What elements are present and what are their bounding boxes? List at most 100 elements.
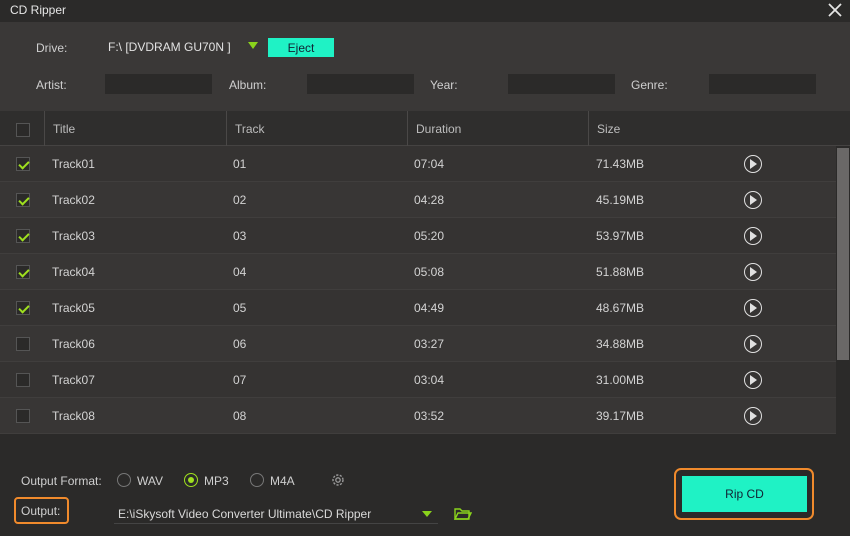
- title-bar: CD Ripper: [0, 0, 850, 22]
- track-number: 03: [233, 229, 247, 243]
- play-icon[interactable]: [744, 335, 762, 353]
- genre-field[interactable]: [709, 74, 816, 94]
- window-title: CD Ripper: [10, 3, 67, 17]
- track-title: Track06: [52, 337, 95, 351]
- scroll-thumb[interactable]: [837, 148, 849, 360]
- column-title[interactable]: Title: [53, 122, 75, 136]
- track-duration: 05:20: [414, 229, 445, 243]
- output-format-label: Output Format:: [21, 474, 102, 488]
- column-divider: [588, 111, 589, 146]
- track-checkbox[interactable]: [16, 409, 30, 423]
- column-duration[interactable]: Duration: [416, 122, 461, 136]
- track-duration: 03:27: [414, 337, 445, 351]
- output-label-highlight: Output:: [14, 497, 69, 524]
- rip-cd-button[interactable]: Rip CD: [682, 476, 807, 512]
- track-size: 31.00MB: [596, 373, 645, 387]
- track-number: 02: [233, 193, 247, 207]
- track-checkbox[interactable]: [16, 301, 30, 315]
- play-icon[interactable]: [744, 299, 762, 317]
- artist-field[interactable]: [105, 74, 212, 94]
- track-size: 48.67MB: [596, 301, 645, 315]
- close-icon[interactable]: [826, 1, 844, 19]
- track-duration: 04:28: [414, 193, 445, 207]
- table-header: Title Track Duration Size: [0, 111, 850, 146]
- track-duration: 03:52: [414, 409, 445, 423]
- track-number: 07: [233, 373, 247, 387]
- album-label: Album:: [229, 78, 267, 92]
- track-title: Track02: [52, 193, 95, 207]
- year-field[interactable]: [508, 74, 615, 94]
- drive-value: F:\ [DVDRAM GU70N ]: [108, 40, 231, 54]
- format-label-wav[interactable]: WAV: [137, 474, 163, 488]
- table-row[interactable]: Track05 05 04:49 48.67MB: [0, 290, 836, 326]
- output-panel: Output Format: WAV MP3 M4A Output: E:\iS…: [0, 454, 850, 536]
- table-row[interactable]: Track01 01 07:04 71.43MB: [0, 146, 836, 182]
- output-path-value: E:\iSkysoft Video Converter Ultimate\CD …: [118, 507, 372, 521]
- track-size: 39.17MB: [596, 409, 645, 423]
- year-label: Year:: [430, 78, 458, 92]
- artist-label: Artist:: [36, 78, 67, 92]
- play-icon[interactable]: [744, 407, 762, 425]
- column-size[interactable]: Size: [597, 122, 620, 136]
- format-label-mp3[interactable]: MP3: [204, 474, 229, 488]
- track-title: Track08: [52, 409, 95, 423]
- select-all-checkbox[interactable]: [16, 123, 30, 137]
- track-size: 71.43MB: [596, 157, 645, 171]
- play-icon[interactable]: [744, 227, 762, 245]
- track-number: 01: [233, 157, 247, 171]
- track-checkbox[interactable]: [16, 265, 30, 279]
- table-row[interactable]: Track07 07 03:04 31.00MB: [0, 362, 836, 398]
- track-number: 06: [233, 337, 247, 351]
- track-number: 08: [233, 409, 247, 423]
- output-label: Output:: [21, 504, 61, 518]
- track-title: Track05: [52, 301, 95, 315]
- column-divider: [226, 111, 227, 146]
- track-size: 45.19MB: [596, 193, 645, 207]
- format-radio-mp3[interactable]: [184, 473, 198, 487]
- format-radio-m4a[interactable]: [250, 473, 264, 487]
- track-checkbox[interactable]: [16, 157, 30, 171]
- table-row[interactable]: Track02 02 04:28 45.19MB: [0, 182, 836, 218]
- eject-button[interactable]: Eject: [268, 38, 334, 57]
- play-icon[interactable]: [744, 371, 762, 389]
- track-size: 53.97MB: [596, 229, 645, 243]
- play-icon[interactable]: [744, 263, 762, 281]
- track-title: Track01: [52, 157, 95, 171]
- chevron-down-icon: [248, 42, 258, 49]
- track-number: 04: [233, 265, 247, 279]
- drive-label: Drive:: [36, 41, 68, 55]
- album-field[interactable]: [307, 74, 414, 94]
- track-checkbox[interactable]: [16, 229, 30, 243]
- format-radio-wav[interactable]: [117, 473, 131, 487]
- table-row[interactable]: Track04 04 05:08 51.88MB: [0, 254, 836, 290]
- gear-icon[interactable]: [330, 472, 346, 488]
- column-track[interactable]: Track: [235, 122, 265, 136]
- genre-label: Genre:: [631, 78, 668, 92]
- chevron-down-icon: [422, 511, 432, 517]
- format-label-m4a[interactable]: M4A: [270, 474, 295, 488]
- table-row[interactable]: Track06 06 03:27 34.88MB: [0, 326, 836, 362]
- track-title: Track07: [52, 373, 95, 387]
- track-duration: 07:04: [414, 157, 445, 171]
- track-checkbox[interactable]: [16, 193, 30, 207]
- track-size: 51.88MB: [596, 265, 645, 279]
- column-divider: [44, 111, 45, 146]
- table-row[interactable]: Track03 03 05:20 53.97MB: [0, 218, 836, 254]
- drive-select[interactable]: F:\ [DVDRAM GU70N ]: [104, 38, 262, 56]
- folder-icon[interactable]: [454, 507, 472, 521]
- track-title: Track04: [52, 265, 95, 279]
- track-duration: 05:08: [414, 265, 445, 279]
- play-icon[interactable]: [744, 191, 762, 209]
- table-row[interactable]: Track08 08 03:52 39.17MB: [0, 398, 836, 434]
- cd-info-panel: Drive: F:\ [DVDRAM GU70N ] Eject Artist:…: [0, 22, 850, 111]
- track-duration: 04:49: [414, 301, 445, 315]
- track-list: Track01 01 07:04 71.43MB Track02 02 04:28 45.19…: [0, 146, 836, 454]
- track-list-scrollbar[interactable]: [836, 146, 850, 454]
- track-number: 05: [233, 301, 247, 315]
- track-checkbox[interactable]: [16, 373, 30, 387]
- track-checkbox[interactable]: [16, 337, 30, 351]
- play-icon[interactable]: [744, 155, 762, 173]
- output-path-select[interactable]: E:\iSkysoft Video Converter Ultimate\CD …: [114, 504, 438, 524]
- track-size: 34.88MB: [596, 337, 645, 351]
- track-duration: 03:04: [414, 373, 445, 387]
